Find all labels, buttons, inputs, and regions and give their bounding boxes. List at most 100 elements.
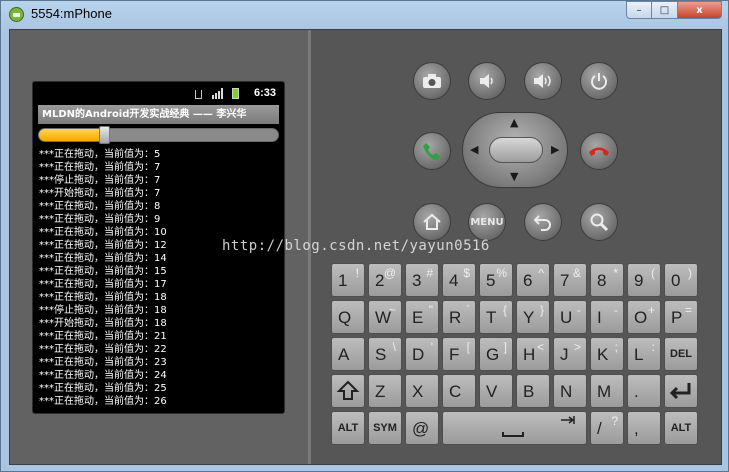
key-alt-right-label: ALT [670, 422, 692, 434]
key-7[interactable]: 7 & [553, 263, 587, 297]
dpad[interactable]: ▲ ▼ ◀ ▶ [462, 112, 568, 188]
camera-icon [423, 74, 441, 88]
key-m[interactable]: M [590, 374, 624, 408]
key-e[interactable]: E " [405, 300, 439, 334]
key-z[interactable]: Z [368, 374, 402, 408]
dpad-left-icon[interactable]: ◀ [470, 143, 478, 156]
key-k-label: K [597, 345, 609, 364]
key-at-label: @ [412, 419, 430, 438]
key-3-alt-label: # [426, 266, 433, 280]
key-y-alt-label: } [539, 303, 544, 317]
key-u[interactable]: U- [553, 300, 587, 334]
end-call-button[interactable] [580, 132, 618, 170]
log-line: ***正在拖动，当前值为：24 [39, 370, 167, 381]
dpad-center[interactable] [489, 137, 543, 163]
key-enter[interactable] [664, 374, 698, 408]
key-slash-label: / [597, 419, 602, 438]
key-6-alt-label: ^ [538, 266, 544, 280]
key-1[interactable]: 1! [331, 263, 365, 297]
key-v-label: V [486, 382, 498, 401]
power-button[interactable] [580, 62, 618, 100]
key-i[interactable]: I- [590, 300, 624, 334]
dpad-right-icon[interactable]: ▶ [551, 143, 559, 156]
key-s[interactable]: S \ [368, 337, 402, 371]
search-icon [590, 213, 609, 232]
key-j[interactable]: J > [553, 337, 587, 371]
log-line: ***开始拖动，当前值为：7 [39, 188, 161, 199]
home-button[interactable] [413, 203, 451, 241]
key-del[interactable]: DEL [664, 337, 698, 371]
key-shift[interactable] [331, 374, 365, 408]
seek-bar-thumb[interactable] [99, 126, 110, 144]
maximize-button[interactable]: □ [652, 1, 678, 19]
key-0[interactable]: 0) [664, 263, 698, 297]
key-alt-left[interactable]: ALT [331, 411, 365, 445]
key-o[interactable]: O + [627, 300, 661, 334]
key-comma[interactable]: , [627, 411, 661, 445]
call-button[interactable] [413, 132, 451, 170]
key-x-label: X [412, 382, 424, 401]
key-r[interactable]: R ` [442, 300, 476, 334]
volume-down-button[interactable] [468, 62, 506, 100]
key-u-alt-label: - [577, 303, 581, 317]
minimize-button[interactable]: – [626, 1, 652, 19]
key-8[interactable]: 8 * [590, 263, 624, 297]
close-button[interactable]: x [678, 1, 722, 19]
menu-button[interactable]: MENU [468, 203, 506, 241]
seek-bar[interactable] [38, 126, 279, 144]
dpad-down-icon[interactable]: ▼ [510, 170, 518, 183]
key-5[interactable]: 5% [479, 263, 513, 297]
key-q[interactable]: Q [331, 300, 365, 334]
title-bar: 5554:mPhone – □ x [1, 1, 728, 28]
key-4[interactable]: 4 $ [442, 263, 476, 297]
key-g-alt-label: ] [503, 340, 507, 354]
key-v[interactable]: V [479, 374, 513, 408]
back-icon [533, 215, 551, 231]
search-button[interactable] [580, 203, 618, 241]
key-p-label: P [671, 308, 683, 327]
key-n[interactable]: N [553, 374, 587, 408]
key-c[interactable]: C [442, 374, 476, 408]
key-d-alt-label: ' [430, 340, 433, 354]
key-at[interactable]: @ [405, 411, 439, 445]
key-6[interactable]: 6 ^ [516, 263, 550, 297]
key-3[interactable]: 3 # [405, 263, 439, 297]
camera-button[interactable] [413, 62, 451, 100]
key-slash-alt-label: ? [611, 414, 618, 428]
key-w[interactable]: W ~ [368, 300, 402, 334]
window-title: 5554:mPhone [31, 6, 112, 21]
key-0-alt-label: ) [688, 266, 692, 280]
usb-icon [195, 90, 202, 99]
key-b[interactable]: B [516, 374, 550, 408]
battery-icon [232, 88, 239, 99]
key-2[interactable]: 2 @ [368, 263, 402, 297]
key-d[interactable]: D ' [405, 337, 439, 371]
key-u-label: U [560, 308, 573, 327]
key-3-label: 3 [412, 271, 422, 290]
key-period[interactable]: . [627, 374, 661, 408]
key-p[interactable]: P = [664, 300, 698, 334]
key-8-alt-label: * [613, 266, 618, 280]
key-h-alt-label: < [536, 340, 544, 354]
key-a[interactable]: A [331, 337, 365, 371]
key-k[interactable]: K; [590, 337, 624, 371]
key-h[interactable]: H < [516, 337, 550, 371]
key-t[interactable]: T{ [479, 300, 513, 334]
key-y[interactable]: Y} [516, 300, 550, 334]
key-l[interactable]: L: [627, 337, 661, 371]
key-g[interactable]: G] [479, 337, 513, 371]
key-alt-right[interactable]: ALT [664, 411, 698, 445]
key-space[interactable] [442, 411, 587, 445]
key-x[interactable]: X [405, 374, 439, 408]
volume-up-button[interactable] [524, 62, 562, 100]
log-line: ***停止拖动，当前值为：7 [39, 175, 161, 186]
key-9[interactable]: 9( [627, 263, 661, 297]
back-button[interactable] [524, 203, 562, 241]
key-slash[interactable]: /? [590, 411, 624, 445]
key-sym[interactable]: SYM [368, 411, 402, 445]
watermark-text: http://blog.csdn.net/yayun0516 [222, 238, 490, 254]
dpad-up-icon[interactable]: ▲ [510, 116, 518, 129]
key-f-label: F [449, 345, 460, 364]
key-9-alt-label: ( [651, 266, 655, 280]
key-f[interactable]: F[ [442, 337, 476, 371]
